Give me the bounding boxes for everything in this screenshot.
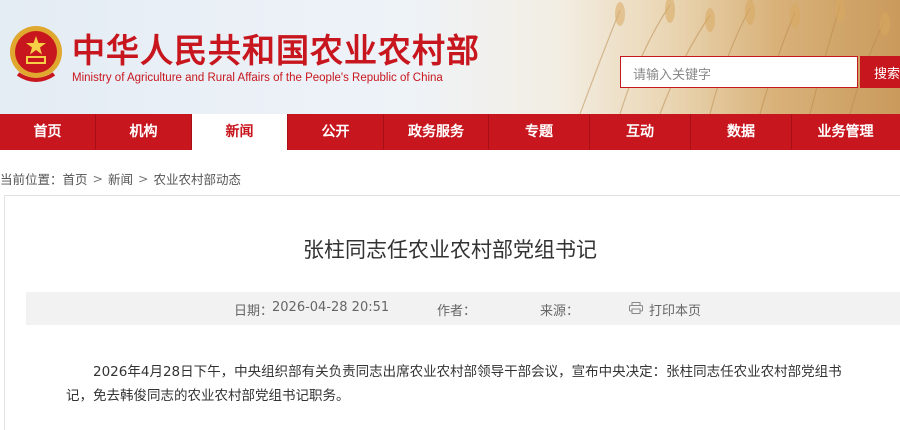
nav-item-news[interactable]: 新闻 xyxy=(192,114,287,150)
breadcrumb: 当前位置： 首页 > 新闻 > 农业农村部动态 xyxy=(0,168,241,188)
site-name-en: Ministry of Agriculture and Rural Affair… xyxy=(72,72,443,84)
print-button[interactable]: 打印本页 xyxy=(649,300,701,319)
search-button[interactable]: 搜索 xyxy=(860,56,900,88)
breadcrumb-ministry-news[interactable]: 农业农村部动态 xyxy=(154,169,242,188)
nav-item-topics[interactable]: 专题 xyxy=(489,114,589,150)
breadcrumb-separator: > xyxy=(138,170,149,186)
nav-item-services[interactable]: 政务服务 xyxy=(384,114,488,150)
site-header: 中华人民共和国农业农村部 Ministry of Agriculture and… xyxy=(0,0,900,114)
nav-item-public[interactable]: 公开 xyxy=(288,114,383,150)
source-label: 来源： xyxy=(540,304,580,319)
nav-item-data[interactable]: 数据 xyxy=(691,114,791,150)
author-label: 作者： xyxy=(437,304,477,319)
printer-icon[interactable] xyxy=(629,302,643,314)
date-label: 日期： xyxy=(234,304,274,319)
nav-item-home[interactable]: 首页 xyxy=(0,114,95,150)
article-date: 2026-04-28 20:51 xyxy=(272,300,390,315)
main-nav: 首页 机构 新闻 公开 政务服务 专题 互动 数据 业务管理 xyxy=(0,114,900,150)
breadcrumb-home[interactable]: 首页 xyxy=(63,169,88,188)
breadcrumb-separator: > xyxy=(92,170,104,186)
search-input[interactable]: 请输入关键字 xyxy=(620,56,858,88)
site-name-cn[interactable]: 中华人民共和国农业农村部 xyxy=(72,24,480,72)
nav-item-organization[interactable]: 机构 xyxy=(96,114,191,150)
nav-item-business[interactable]: 业务管理 xyxy=(792,114,899,150)
nav-item-interaction[interactable]: 互动 xyxy=(590,114,690,150)
article-meta-bar: 日期： 2026-04-28 20:51 作者： 来源： 打印本页 xyxy=(26,292,900,325)
breadcrumb-prefix: 当前位置： xyxy=(0,171,63,187)
article-title: 张柱同志任农业农村部党组书记 xyxy=(303,238,597,262)
national-emblem-icon xyxy=(10,26,62,82)
article-body: 2026年4月28日下午，中央组织部有关负责同志出席农业农村部领导干部会议，宣布… xyxy=(66,364,842,404)
breadcrumb-news[interactable]: 新闻 xyxy=(108,169,133,188)
